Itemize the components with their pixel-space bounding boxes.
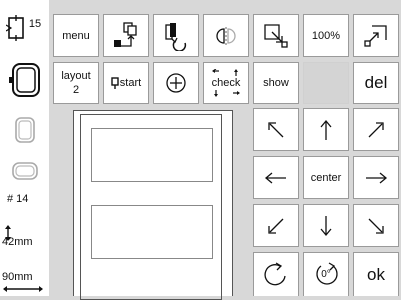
- delete-button[interactable]: del: [353, 62, 399, 104]
- menu-button[interactable]: menu: [53, 14, 99, 57]
- move-down-right-button[interactable]: [353, 204, 399, 247]
- center-needle-button[interactable]: [153, 62, 199, 104]
- hoop-transfer-button[interactable]: [103, 14, 149, 57]
- hoop-size-button[interactable]: 15: [2, 8, 45, 48]
- start-button[interactable]: start: [103, 62, 149, 104]
- zoom-in-icon: [364, 24, 387, 47]
- arrows-down-icon: [214, 90, 240, 97]
- arrow-up-right-icon: [368, 121, 384, 137]
- check-label: check: [211, 77, 241, 89]
- check-size-button[interactable]: check: [203, 62, 249, 104]
- arrows-up-icon: [212, 69, 238, 76]
- pattern-box-bottom[interactable]: [91, 205, 213, 259]
- pattern-box-top[interactable]: [91, 128, 213, 182]
- height-value: 42mm: [2, 236, 33, 248]
- mirror-button[interactable]: [203, 14, 249, 57]
- layout-label: layout: [61, 70, 91, 82]
- rotate-button[interactable]: [253, 252, 299, 296]
- rotate-angle-label: 0°: [321, 269, 331, 280]
- start-label: start: [119, 77, 142, 89]
- design-canvas[interactable]: [73, 110, 233, 300]
- layout-value: 2: [72, 84, 80, 96]
- hoop-oval-icon: [10, 160, 40, 182]
- zoom-in-button[interactable]: [353, 14, 399, 57]
- hoop-select-button[interactable]: [4, 58, 45, 102]
- move-down-button[interactable]: [303, 204, 349, 247]
- arrow-down-right-icon: [368, 218, 384, 234]
- zoom-out-icon: [264, 23, 288, 48]
- needle-icon: [111, 76, 119, 89]
- crosshair-circle-icon: [166, 73, 186, 93]
- hoop-large-icon: [8, 63, 40, 97]
- arrow-right-icon: [366, 172, 388, 183]
- center-button[interactable]: center: [303, 156, 349, 199]
- hoop-number: 15: [28, 18, 42, 30]
- hoop-transfer-icon: [114, 21, 137, 47]
- zoom-out-button[interactable]: [253, 14, 299, 57]
- rotate-cw-icon: [264, 261, 286, 285]
- arrow-left-icon: [264, 172, 286, 183]
- arrow-down-left-icon: [268, 218, 284, 234]
- hoop-small-icon: [5, 15, 24, 41]
- width-arrow-icon: [2, 285, 44, 293]
- arrow-down-icon: [320, 215, 332, 236]
- ok-button[interactable]: ok: [353, 252, 399, 296]
- hoop-rotate-icon: [165, 22, 187, 51]
- width-value: 90mm: [2, 271, 33, 283]
- rotate-hoop-button[interactable]: [153, 14, 199, 57]
- mirror-image-icon: [216, 26, 236, 45]
- move-up-button[interactable]: [303, 108, 349, 151]
- arrow-up-icon: [320, 119, 332, 140]
- layout-button[interactable]: layout 2: [53, 62, 99, 104]
- pattern-number: # 14: [7, 193, 29, 205]
- move-right-button[interactable]: [353, 156, 399, 199]
- move-down-left-button[interactable]: [253, 204, 299, 247]
- hoop-medium-icon: [12, 115, 38, 145]
- rotate-reset-button[interactable]: 0°: [303, 252, 349, 296]
- move-up-right-button[interactable]: [353, 108, 399, 151]
- move-up-left-button[interactable]: [253, 108, 299, 151]
- arrow-up-left-icon: [268, 121, 284, 137]
- move-left-button[interactable]: [253, 156, 299, 199]
- show-button[interactable]: show: [253, 62, 299, 104]
- empty-slot: [303, 62, 349, 104]
- zoom-level-button[interactable]: 100%: [303, 14, 349, 57]
